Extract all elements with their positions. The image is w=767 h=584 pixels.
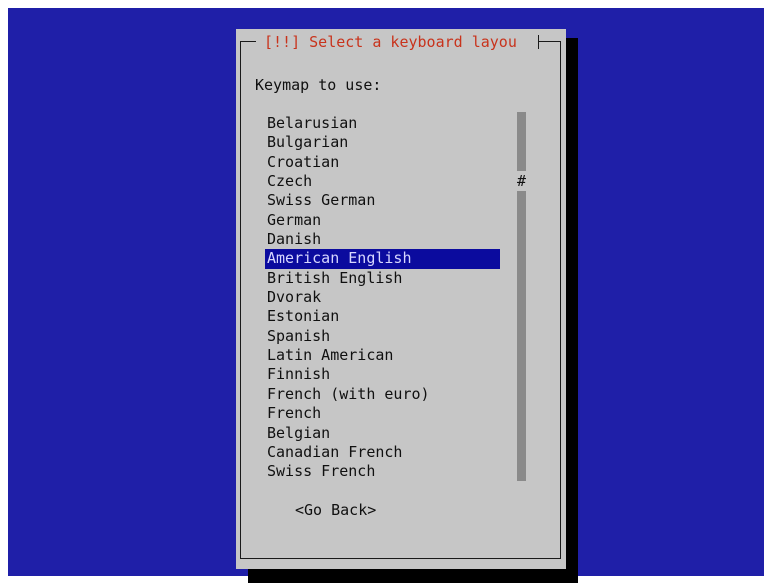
go-back-button[interactable]: <Go Back> (295, 500, 376, 520)
keymap-option[interactable]: Danish (265, 230, 500, 249)
keymap-option[interactable]: Czech (265, 172, 500, 191)
keymap-option[interactable]: Belarusian (265, 114, 500, 133)
title-tick-right (538, 35, 539, 49)
keyboard-layout-dialog: [!!] Select a keyboard layou Keymap to u… (236, 29, 566, 569)
keymap-option[interactable]: Croatian (265, 153, 500, 172)
scrollbar-thumb[interactable]: # (514, 171, 529, 191)
keymap-option[interactable]: Canadian French (265, 443, 500, 462)
keymap-option[interactable]: French (265, 404, 500, 423)
keymap-prompt: Keymap to use: (255, 76, 382, 94)
keymap-option[interactable]: Finnish (265, 365, 500, 384)
keymap-option[interactable]: Swiss French (265, 462, 500, 481)
keymap-option[interactable]: French (with euro) (265, 385, 500, 404)
scrollbar-track[interactable] (517, 112, 526, 481)
frame-top-left (240, 41, 256, 42)
keymap-option[interactable]: Bulgarian (265, 133, 500, 152)
keymap-option[interactable]: Latin American (265, 346, 500, 365)
dialog-title: [!!] Select a keyboard layou (256, 32, 525, 52)
keymap-option[interactable]: American English (265, 249, 500, 269)
keymap-list[interactable]: Belarusian Bulgarian Croatian Czech Swiss Ge… (265, 114, 500, 482)
keymap-option[interactable]: Estonian (265, 307, 500, 326)
keymap-option[interactable]: Dvorak (265, 288, 500, 307)
keymap-option[interactable]: Belgian (265, 424, 500, 443)
installer-screen: [!!] Select a keyboard layou Keymap to u… (8, 8, 764, 583)
frame-top-right (539, 41, 560, 42)
keymap-option[interactable]: British English (265, 269, 500, 288)
frame-right (560, 41, 561, 559)
keymap-option[interactable]: Swiss German (265, 191, 500, 210)
keymap-option[interactable]: German (265, 211, 500, 230)
frame-bottom (240, 558, 561, 559)
frame-left (240, 41, 241, 559)
keymap-option[interactable]: Spanish (265, 327, 500, 346)
